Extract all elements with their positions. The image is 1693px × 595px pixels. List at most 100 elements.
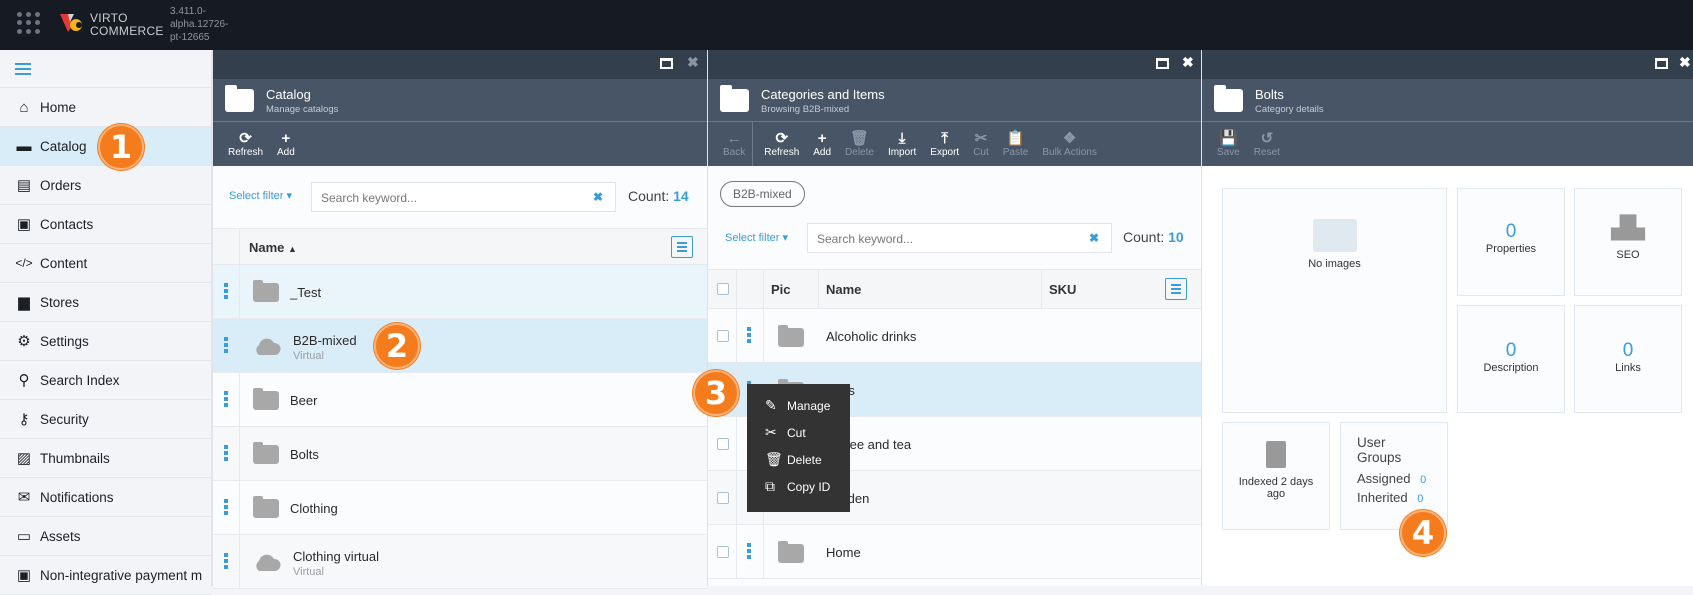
apps-grid-icon[interactable] — [17, 12, 40, 34]
sidebar-item-non-integrative-payment[interactable]: ▣ Non-integrative payment m — [0, 556, 211, 595]
row-actions-icon[interactable] — [224, 499, 228, 515]
links-tile[interactable]: 0 Links — [1574, 305, 1682, 413]
bulk-actions-button[interactable]: ❖ Bulk Actions — [1035, 122, 1103, 166]
sidebar-item-search-index[interactable]: ⚲ Search Index — [0, 361, 211, 400]
step-badge-4: 4 — [1400, 510, 1446, 556]
row-actions-icon[interactable] — [224, 445, 228, 461]
refresh-button[interactable]: ⟳ Refresh — [757, 122, 806, 166]
menu-item-copy-id[interactable]: ⧉ Copy ID — [747, 473, 850, 500]
folder-icon — [720, 85, 749, 112]
table-row[interactable]: B2B-mixed Virtual — [213, 319, 707, 373]
row-actions-icon[interactable] — [224, 391, 228, 407]
sidebar-item-content[interactable]: </> Content — [0, 244, 211, 283]
table-row[interactable]: _Test — [213, 265, 707, 319]
blade-toolbar: 💾 Save ↺ Reset — [1202, 122, 1693, 166]
folder-icon — [253, 496, 279, 518]
sidebar-item-stores[interactable]: ▆ Stores — [0, 283, 211, 322]
close-icon[interactable]: ✖ — [687, 54, 699, 71]
menu-toggle-icon[interactable] — [0, 50, 211, 88]
row-actions-icon[interactable] — [224, 283, 228, 299]
sidebar-item-home[interactable]: ⌂ Home — [0, 88, 211, 127]
indexed-tile[interactable]: Indexed 2 days ago — [1222, 422, 1330, 530]
maximize-icon[interactable] — [660, 58, 673, 69]
search-input[interactable]: Search keyword... ✖ — [807, 223, 1112, 253]
column-menu-button[interactable] — [1165, 278, 1187, 300]
add-button[interactable]: + Add — [270, 122, 302, 166]
row-name: _Test — [290, 285, 322, 300]
select-filter-dropdown[interactable]: Select filter ▾ — [725, 231, 788, 244]
folder-icon — [778, 325, 804, 347]
sidebar-item-contacts[interactable]: ▣ Contacts — [0, 205, 211, 244]
search-input[interactable]: Search keyword... ✖ — [311, 182, 616, 212]
select-all-checkbox[interactable] — [717, 283, 729, 295]
delete-button[interactable]: 🗑 Delete — [838, 122, 881, 166]
blade-subtitle: Manage catalogs — [266, 104, 339, 115]
clear-search-icon[interactable]: ✖ — [1089, 231, 1099, 245]
refresh-button[interactable]: ⟳ Refresh — [221, 122, 270, 166]
column-name-header[interactable]: Name ▲ — [249, 240, 297, 255]
clear-search-icon[interactable]: ✖ — [593, 190, 603, 204]
menu-item-cut[interactable]: ✂ Cut — [747, 419, 850, 446]
paste-icon: 📋 — [1006, 130, 1025, 147]
row-checkbox[interactable] — [717, 330, 729, 342]
table-row[interactable]: Bolts — [213, 427, 707, 481]
sidebar-item-notifications[interactable]: ✉ Notifications — [0, 478, 211, 517]
step-badge-2: 2 — [374, 323, 420, 369]
refresh-icon: ⟳ — [239, 130, 252, 147]
select-filter-dropdown[interactable]: Select filter ▾ — [229, 189, 292, 202]
close-icon[interactable]: ✖ — [1679, 54, 1691, 71]
row-checkbox[interactable] — [717, 546, 729, 558]
table-row[interactable]: Beer — [213, 373, 707, 427]
back-button[interactable]: ← Back — [716, 122, 754, 166]
maximize-icon[interactable] — [1156, 58, 1169, 69]
menu-item-delete[interactable]: 🗑 Delete — [747, 446, 850, 473]
properties-tile[interactable]: 0 Properties — [1457, 188, 1565, 296]
breadcrumb-b2b-mixed[interactable]: B2B-mixed — [720, 181, 805, 207]
sidebar-item-assets[interactable]: ▭ Assets — [0, 517, 211, 556]
column-sku-header[interactable]: SKU — [1049, 282, 1076, 297]
table-row[interactable]: Clothing virtual Virtual — [213, 535, 707, 589]
table-row[interactable]: Alcoholic drinks — [708, 309, 1201, 363]
row-actions-icon[interactable] — [224, 553, 228, 569]
reset-button[interactable]: ↺ Reset — [1247, 122, 1287, 166]
upload-icon: ⤒ — [941, 130, 949, 147]
seo-tile[interactable]: ▟▙ SEO — [1574, 188, 1682, 296]
paste-button[interactable]: 📋 Paste — [996, 122, 1036, 166]
table-row[interactable]: Home — [708, 525, 1201, 579]
description-tile[interactable]: 0 Description — [1457, 305, 1565, 413]
sidebar-item-security[interactable]: ⚷ Security — [0, 400, 211, 439]
row-checkbox[interactable] — [717, 492, 729, 504]
import-button[interactable]: ⤓ Import — [881, 122, 923, 166]
maximize-icon[interactable] — [1655, 58, 1668, 69]
column-name-header[interactable]: Name — [826, 282, 861, 297]
export-button[interactable]: ⤒ Export — [923, 122, 966, 166]
sidebar-item-orders[interactable]: ▤ Orders — [0, 166, 211, 205]
add-button[interactable]: + Add — [806, 122, 838, 166]
close-icon[interactable]: ✖ — [1182, 54, 1194, 71]
arrow-left-icon: ← — [726, 130, 742, 147]
version-label: 3.411.0-alpha.12726-pt-12665 — [170, 6, 229, 43]
sidebar-item-thumbnails[interactable]: ▨ Thumbnails — [0, 439, 211, 478]
grid-header: Pic Name SKU — [708, 269, 1201, 309]
menu-item-manage[interactable]: ✎ Manage — [747, 392, 850, 419]
blade-title-area: Catalog Manage catalogs — [213, 79, 707, 122]
step-badge-3: 3 — [693, 370, 739, 416]
row-actions-icon[interactable] — [224, 337, 228, 353]
row-actions-icon[interactable] — [747, 543, 751, 559]
row-name: Clothing virtual — [293, 549, 379, 564]
column-pic-header[interactable]: Pic — [771, 282, 791, 297]
save-button[interactable]: 💾 Save — [1210, 122, 1247, 166]
row-name: Clothing — [290, 501, 338, 516]
row-checkbox[interactable] — [717, 438, 729, 450]
folder-icon: ▬ — [16, 137, 32, 155]
blade-title: Catalog — [266, 87, 311, 102]
count-label: Count: 14 — [628, 188, 689, 204]
image-icon: ▨ — [16, 450, 32, 467]
table-row[interactable]: Clothing — [213, 481, 707, 535]
column-menu-button[interactable] — [671, 236, 693, 258]
row-actions-icon[interactable] — [747, 327, 751, 343]
images-tile[interactable]: No images — [1222, 188, 1447, 413]
undo-icon: ↺ — [1260, 130, 1274, 147]
sidebar-item-settings[interactable]: ⚙ Settings — [0, 322, 211, 361]
cut-button[interactable]: ✂ Cut — [966, 122, 996, 166]
